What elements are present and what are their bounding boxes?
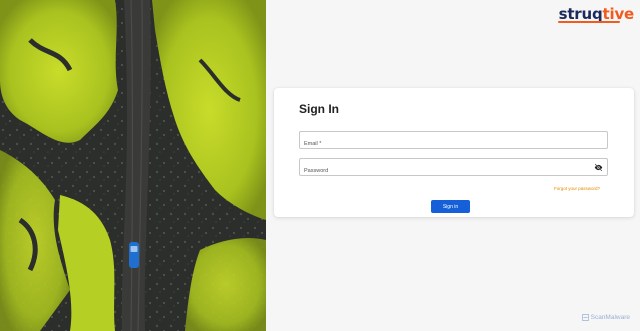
email-field-wrapper xyxy=(299,131,608,152)
scanmalware-watermark: ScanMalware xyxy=(581,314,630,321)
watermark-text: ScanMalware xyxy=(590,314,630,321)
signin-card: Sign In Forgot your password? Sign in xyxy=(274,88,634,217)
password-field[interactable] xyxy=(300,163,607,179)
eye-off-icon[interactable] xyxy=(594,163,603,172)
email-field[interactable] xyxy=(300,136,607,152)
password-field-wrapper xyxy=(299,158,608,179)
aerial-road-image xyxy=(0,0,266,331)
scan-icon xyxy=(581,314,589,321)
logo-underline xyxy=(558,21,620,23)
page-title: Sign In xyxy=(299,102,339,116)
forgot-password-link[interactable]: Forgot your password? xyxy=(554,186,600,191)
signin-button[interactable]: Sign in xyxy=(431,200,470,213)
hero-image xyxy=(0,0,266,331)
